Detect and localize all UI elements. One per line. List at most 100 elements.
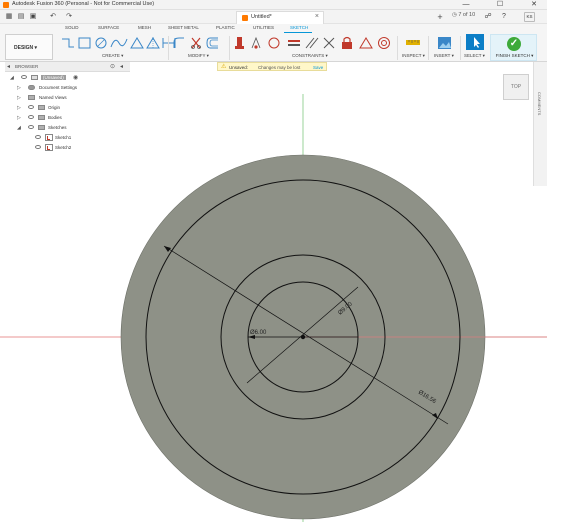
file-icon[interactable]: ▤	[17, 13, 25, 21]
tab-mesh[interactable]: MESH	[138, 25, 151, 30]
workspace-switcher[interactable]: DESIGN ▾	[5, 34, 53, 60]
offset-icon[interactable]	[206, 37, 218, 49]
visibility-eye-icon[interactable]	[28, 125, 34, 129]
constraints-menu[interactable]: CONSTRAINTS ▾	[292, 53, 328, 59]
separator	[460, 36, 461, 60]
modify-tools	[173, 37, 218, 49]
tree-item-sketch2[interactable]: Sketch2	[24, 143, 144, 153]
circle-icon[interactable]	[95, 37, 107, 49]
insert-tool	[438, 37, 451, 49]
warning-icon: ⚠	[221, 64, 227, 70]
insert-image-icon[interactable]	[438, 37, 451, 49]
select-tool-button[interactable]	[466, 34, 484, 50]
spline-icon[interactable]	[110, 38, 128, 48]
notifications-icon[interactable]: ☍	[484, 13, 492, 21]
line-icon[interactable]	[62, 38, 74, 48]
document-tab[interactable]: Untitled* ×	[236, 11, 324, 24]
select-menu[interactable]: SELECT ▾	[464, 53, 485, 59]
maximize-button[interactable]: ☐	[489, 0, 511, 10]
close-window-button[interactable]: ✕	[523, 0, 545, 10]
sketch-icon	[45, 144, 53, 151]
collapse-browser-icon[interactable]: ◂	[7, 63, 10, 70]
separator	[168, 36, 169, 60]
visibility-eye-icon[interactable]	[35, 135, 41, 139]
active-tab-indicator	[284, 32, 312, 33]
mirror-icon[interactable]	[146, 37, 160, 49]
fillet-icon[interactable]	[173, 37, 184, 48]
sketch-icon	[45, 134, 53, 141]
tree-item-label: Sketch1	[55, 134, 72, 140]
tab-sketch[interactable]: SKETCH	[290, 25, 308, 30]
tab-solid[interactable]: SOLID	[65, 25, 79, 30]
insert-menu[interactable]: INSERT ▾	[434, 53, 454, 59]
browser-pin-icon[interactable]: ⊙	[110, 63, 115, 70]
rectangle-icon[interactable]	[78, 37, 91, 49]
comments-label: COMMENTS	[537, 92, 542, 116]
symmetry-icon[interactable]	[359, 37, 373, 49]
tree-item-document-settings[interactable]: ▷ Document Settings	[17, 83, 137, 93]
help-icon[interactable]: ?	[500, 13, 508, 21]
center-point[interactable]	[300, 334, 306, 340]
polygon-icon[interactable]	[130, 37, 144, 49]
ribbon: SOLID SURFACE MESH SHEET METAL PLASTIC U…	[0, 24, 547, 62]
tab-utilities[interactable]: UTILITIES	[253, 25, 274, 30]
quick-access-toolbar: ▦ ▤ ▣ ↶ ↷ Untitled* × + ◷ 7 of 10 ☍ ? KS	[0, 10, 547, 24]
tab-plastic[interactable]: PLASTIC	[216, 25, 235, 30]
equal-icon[interactable]	[288, 40, 300, 46]
concentric-icon[interactable]	[378, 37, 390, 49]
tree-item-bodies[interactable]: ▷ Bodies	[17, 113, 137, 123]
visibility-eye-icon[interactable]	[21, 75, 27, 79]
fusion-app-icon	[3, 2, 9, 8]
redo-icon[interactable]: ↷	[65, 13, 73, 21]
undo-icon[interactable]: ↶	[49, 13, 57, 21]
save-link[interactable]: Save	[313, 65, 323, 70]
parallel-icon[interactable]	[305, 37, 319, 49]
collapse-icon[interactable]: ◢	[10, 75, 14, 81]
fix-icon[interactable]	[235, 37, 244, 49]
finish-sketch-button[interactable]: ✓ FINISH SKETCH ▾	[490, 34, 537, 61]
expand-icon[interactable]: ▷	[17, 115, 21, 121]
create-menu[interactable]: CREATE ▾	[102, 53, 123, 59]
tab-sheet-metal[interactable]: SHEET METAL	[168, 25, 199, 30]
perpendicular-icon[interactable]	[323, 37, 335, 49]
workspace-label: DESIGN ▾	[14, 45, 38, 51]
trim-icon[interactable]	[191, 37, 201, 49]
job-status[interactable]: ◷ 7 of 10	[452, 12, 475, 18]
collapse-icon[interactable]: ◢	[17, 125, 21, 131]
checkmark-icon: ✓	[507, 37, 521, 51]
modify-menu[interactable]: MODIFY ▾	[188, 53, 209, 59]
measure-icon[interactable]	[406, 40, 420, 45]
expand-icon[interactable]: ▷	[17, 85, 21, 91]
activate-radio-icon[interactable]: ◉	[73, 74, 78, 81]
tab-surface[interactable]: SURFACE	[98, 25, 119, 30]
tree-item-origin[interactable]: ▷ Origin	[17, 103, 137, 113]
lock-icon[interactable]	[342, 36, 352, 50]
folder-icon	[38, 105, 45, 110]
browser-close-icon[interactable]: ◂	[120, 63, 123, 70]
expand-icon[interactable]: ▷	[17, 105, 21, 111]
tree-item-sketch1[interactable]: Sketch1	[24, 133, 144, 143]
save-icon[interactable]: ▣	[29, 13, 37, 21]
visibility-eye-icon[interactable]	[28, 115, 34, 119]
browser-header[interactable]: ◂ BROWSER ⊙ ◂	[5, 62, 130, 72]
document-tab-label: Untitled*	[251, 14, 272, 20]
tangent-icon[interactable]	[268, 37, 280, 49]
view-cube[interactable]: TOP	[503, 74, 529, 100]
view-cube-face-label: TOP	[510, 84, 522, 90]
unsaved-message: Changes may be lost	[258, 65, 301, 70]
coincident-icon[interactable]	[251, 36, 261, 49]
minimize-button[interactable]: —	[455, 0, 477, 10]
visibility-eye-icon[interactable]	[28, 105, 34, 109]
new-tab-icon[interactable]: +	[436, 13, 444, 22]
user-avatar[interactable]: KS	[524, 12, 535, 22]
inner-diameter-label[interactable]: Ø6.00	[250, 330, 267, 336]
expand-icon[interactable]: ▷	[17, 95, 21, 101]
tree-item-root[interactable]: ◢ (Unsaved) ◉	[10, 73, 130, 83]
inspect-menu[interactable]: INSPECT ▾	[402, 53, 425, 59]
tree-item-sketches[interactable]: ◢ Sketches	[17, 123, 137, 133]
comments-panel[interactable]: COMMENTS	[533, 62, 547, 186]
visibility-eye-icon[interactable]	[35, 145, 41, 149]
close-tab-icon[interactable]: ×	[315, 13, 319, 20]
tree-item-named-views[interactable]: ▷ Named Views	[17, 93, 137, 103]
grid-menu-icon[interactable]: ▦	[5, 13, 13, 21]
